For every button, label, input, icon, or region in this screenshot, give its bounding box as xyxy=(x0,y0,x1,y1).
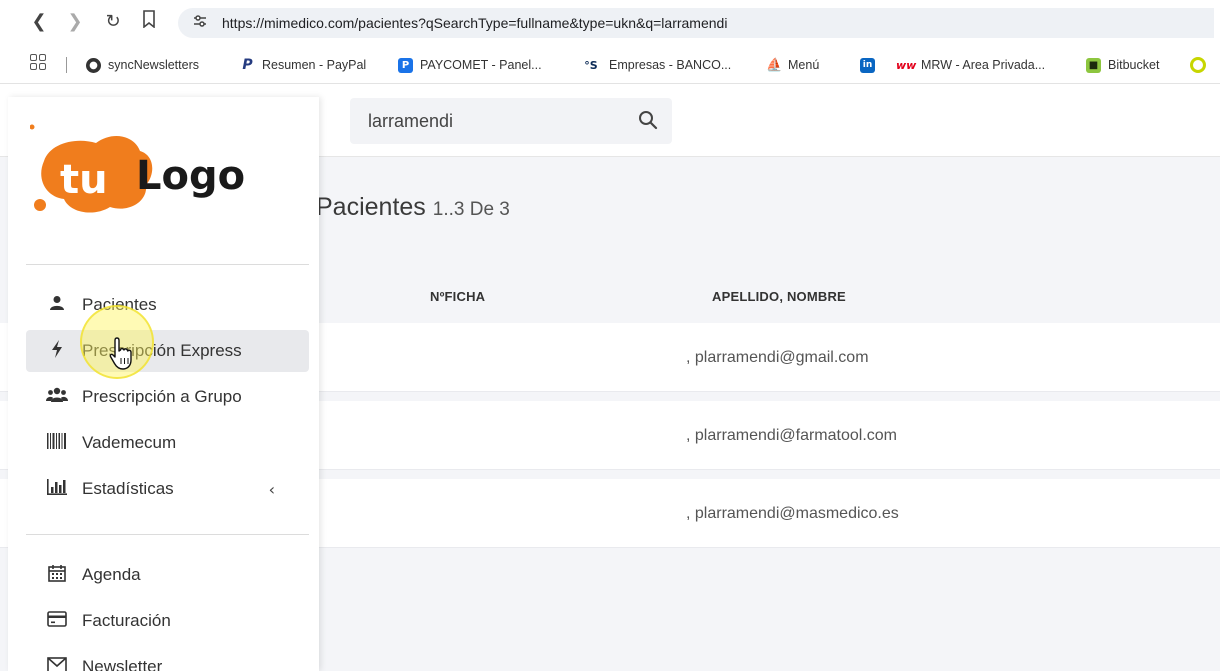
sidebar-item-label: Facturación xyxy=(82,611,171,630)
sidebar-item-pacientes[interactable]: Pacientes xyxy=(26,284,309,326)
sidebar-item-agenda[interactable]: Agenda xyxy=(26,554,309,596)
bookmark-label: Bitbucket xyxy=(1108,58,1160,72)
browser-toolbar: ❮ ❯ ↻ https://mimedico.com/pacientes?qSe… xyxy=(0,0,1220,46)
sidebar: tu Logo Pacientes Prescripción Express P… xyxy=(8,97,319,671)
url-text[interactable]: https://mimedico.com/pacientes?qSearchTy… xyxy=(222,15,727,31)
mrw-icon: ww xyxy=(896,58,917,72)
calendar-icon xyxy=(44,564,70,586)
bookmark-banco[interactable]: °S Empresas - BANCO... xyxy=(580,56,731,74)
sidebar-divider xyxy=(26,534,309,535)
patient-name-cell[interactable]: , plarramendi@farmatool.com xyxy=(686,427,897,445)
bookmark-label: Menú xyxy=(788,58,820,72)
bookmark-label: syncNewsletters xyxy=(108,58,199,72)
column-header-nombre[interactable]: APELLIDO, NOMBRE xyxy=(712,289,846,304)
credit-card-icon xyxy=(44,611,70,631)
user-icon xyxy=(44,295,70,315)
bookmark-label: Resumen - PayPal xyxy=(262,58,367,72)
envelope-icon xyxy=(44,657,70,671)
sidebar-item-estadisticas[interactable]: Estadísticas ‹ xyxy=(26,468,309,510)
bitbucket-icon: ■ xyxy=(1086,57,1101,73)
svg-text:tu: tu xyxy=(60,157,108,203)
boat-icon: ⛵ xyxy=(766,57,783,73)
bookmark-label: MRW - Area Privada... xyxy=(921,58,1046,72)
sidebar-item-label: Agenda xyxy=(82,565,141,584)
svg-text:Logo: Logo xyxy=(136,153,245,199)
bookmarks-bar: ● syncNewsletters P Resumen - PayPal P P… xyxy=(0,46,1220,84)
column-header-ficha[interactable]: NºFICHA xyxy=(430,289,485,304)
search-box xyxy=(350,98,672,144)
brand-logo[interactable]: tu Logo xyxy=(29,121,300,231)
bookmark-paypal[interactable]: P Resumen - PayPal xyxy=(240,56,366,74)
sidebar-divider xyxy=(26,264,309,265)
paycomet-icon: P xyxy=(398,57,413,73)
bookmark-bitbucket[interactable]: ■ Bitbucket xyxy=(1086,56,1159,74)
patient-name-cell[interactable]: , plarramendi@gmail.com xyxy=(686,349,869,367)
page-title: Pacientes 1..3 De 3 xyxy=(316,193,510,222)
back-icon[interactable]: ❮ xyxy=(28,10,50,34)
hand-cursor-icon xyxy=(108,336,140,372)
bookmark-menu[interactable]: ⛵ Menú xyxy=(766,56,819,74)
sidebar-item-label: Vademecum xyxy=(82,433,177,452)
paypal-icon: P xyxy=(242,56,253,73)
sidebar-item-label: Prescripción a Grupo xyxy=(82,387,242,406)
sidebar-item-newsletter[interactable]: Newsletter xyxy=(26,646,309,671)
chevron-left-icon[interactable]: ‹ xyxy=(269,480,275,499)
bookmark-mrw[interactable]: ww MRW - Area Privada... xyxy=(896,56,1045,74)
bookmark-linkedin[interactable]: in xyxy=(860,56,882,74)
sidebar-item-prescripcion-express[interactable]: Prescripción Express xyxy=(26,330,309,372)
result-count: 1..3 De 3 xyxy=(432,199,510,220)
bar-chart-icon xyxy=(44,479,70,499)
bookmark-label: Empresas - BANCO... xyxy=(609,58,732,72)
page-title-text: Pacientes xyxy=(316,193,426,221)
users-icon xyxy=(44,387,70,407)
apps-icon[interactable] xyxy=(30,54,48,72)
bookmark-extra[interactable] xyxy=(1190,56,1213,74)
bookmark-paycomet[interactable]: P PAYCOMET - Panel... xyxy=(398,56,542,74)
sidebar-item-facturacion[interactable]: Facturación xyxy=(26,600,309,642)
forward-icon[interactable]: ❯ xyxy=(64,10,86,34)
site-settings-icon[interactable] xyxy=(190,13,210,33)
sidebar-item-label: Newsletter xyxy=(82,657,163,671)
banco-icon: °S xyxy=(584,58,598,72)
patient-name-cell[interactable]: , plarramendi@masmedico.es xyxy=(686,505,899,523)
bookmark-icon[interactable] xyxy=(138,10,160,34)
bolt-icon xyxy=(44,340,70,362)
circle-icon xyxy=(1190,57,1206,73)
search-icon[interactable] xyxy=(638,110,660,132)
search-input[interactable] xyxy=(368,108,618,134)
sidebar-item-prescripcion-grupo[interactable]: Prescripción a Grupo xyxy=(26,376,309,418)
bookmarks-divider xyxy=(66,57,67,73)
sidebar-item-label: Estadísticas xyxy=(82,479,174,498)
bookmark-label: PAYCOMET - Panel... xyxy=(420,58,542,72)
globe-icon: ● xyxy=(86,57,101,73)
linkedin-icon: in xyxy=(860,57,875,73)
bookmark-syncnewsletters[interactable]: ● syncNewsletters xyxy=(86,56,199,74)
reload-icon[interactable]: ↻ xyxy=(102,10,124,34)
barcode-icon xyxy=(44,433,70,453)
sidebar-item-vademecum[interactable]: Vademecum xyxy=(26,422,309,464)
